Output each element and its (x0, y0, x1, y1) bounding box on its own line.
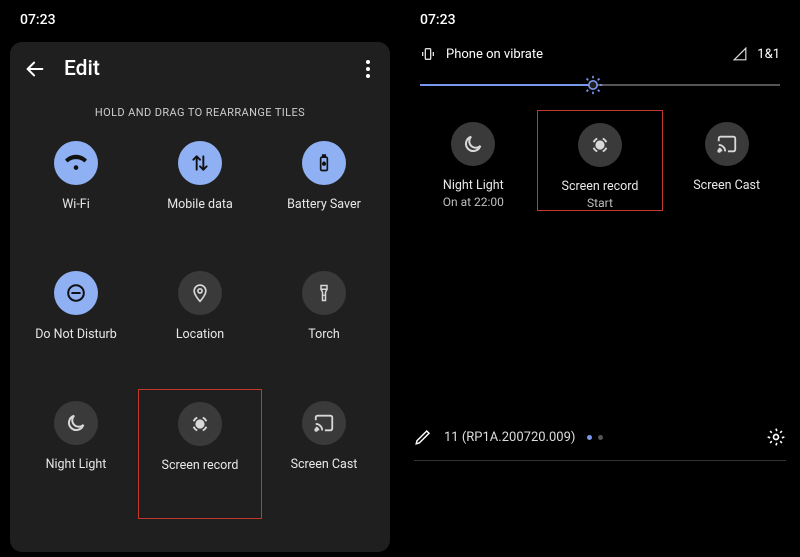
tile-grid-right: Night Light On at 22:00 Screen record Start… (410, 96, 790, 225)
settings-gear-icon[interactable] (766, 427, 786, 447)
location-icon[interactable] (178, 271, 222, 315)
tile-label: Battery Saver (287, 197, 361, 212)
tile-sublabel: On at 22:00 (443, 195, 504, 209)
cast-icon[interactable] (705, 122, 749, 166)
left-panel: 07:23 Edit HOLD AND DRAG TO REARRANGE TI… (0, 0, 400, 557)
ringer-label: Phone on vibrate (446, 47, 543, 62)
battery-icon[interactable] (302, 141, 346, 185)
bottom-bar: 11 (RP1A.200720.009) (414, 427, 786, 447)
right-panel: 07:23 Phone on vibrate 1&1 (400, 0, 800, 557)
tile-torch[interactable]: Torch (262, 259, 386, 389)
tile-cast[interactable]: Screen Cast (262, 389, 386, 519)
dnd-icon[interactable] (54, 271, 98, 315)
more-icon[interactable] (362, 56, 374, 82)
screenrecord-icon[interactable] (178, 402, 222, 446)
cast-icon[interactable] (302, 401, 346, 445)
tile-nightlight[interactable]: Night Light On at 22:00 (410, 110, 537, 211)
tile-label: Location (176, 327, 224, 342)
mobiledata-icon[interactable] (178, 141, 222, 185)
back-icon[interactable] (24, 58, 46, 80)
tile-label: Do Not Disturb (35, 327, 117, 342)
signal-label: 1&1 (757, 47, 780, 62)
tile-mobiledata[interactable]: Mobile data (138, 129, 262, 259)
wifi-icon[interactable] (54, 141, 98, 185)
tile-cast[interactable]: Screen Cast (663, 110, 790, 211)
pager-dots[interactable] (587, 435, 603, 440)
tile-label: Night Light (443, 178, 504, 193)
tile-label: Screen record (562, 179, 639, 194)
status-time-left: 07:23 (10, 0, 390, 36)
tile-label: Screen Cast (693, 178, 760, 193)
tile-location[interactable]: Location (138, 259, 262, 389)
tile-label: Mobile data (167, 197, 233, 212)
tile-label: Torch (308, 327, 340, 342)
nightlight-icon[interactable] (451, 122, 495, 166)
edit-card: Edit HOLD AND DRAG TO REARRANGE TILES Wi… (10, 42, 390, 552)
tile-wifi[interactable]: Wi-Fi (14, 129, 138, 259)
vibrate-icon (420, 46, 436, 62)
tile-nightlight[interactable]: Night Light (14, 389, 138, 519)
tile-label: Screen record (162, 458, 239, 473)
edit-header: Edit (10, 42, 390, 96)
status-time-right: 07:23 (410, 0, 790, 36)
brightness-thumb-icon[interactable] (583, 75, 603, 95)
instruction-text: HOLD AND DRAG TO REARRANGE TILES (10, 106, 390, 119)
tile-sublabel: Start (587, 196, 613, 210)
tile-label: Wi-Fi (62, 197, 90, 212)
torch-icon[interactable] (302, 271, 346, 315)
tile-screenrecord[interactable]: Screen record (138, 389, 262, 519)
signal-icon (733, 47, 747, 61)
edit-pencil-icon[interactable] (414, 428, 432, 446)
divider (414, 460, 786, 461)
build-label: 11 (RP1A.200720.009) (444, 430, 575, 445)
tile-grid-left: Wi-Fi Mobile data Battery Saver Do Not Dist… (10, 125, 390, 523)
edit-title: Edit (64, 57, 362, 81)
tile-battery[interactable]: Battery Saver (262, 129, 386, 259)
qs-header: Phone on vibrate 1&1 (410, 36, 790, 62)
nightlight-icon[interactable] (54, 401, 98, 445)
tile-screenrecord[interactable]: Screen record Start (537, 110, 664, 211)
tile-dnd[interactable]: Do Not Disturb (14, 259, 138, 389)
brightness-slider[interactable] (410, 62, 790, 96)
tile-label: Screen Cast (291, 457, 358, 472)
screenrecord-icon[interactable] (578, 123, 622, 167)
tile-label: Night Light (46, 457, 107, 472)
